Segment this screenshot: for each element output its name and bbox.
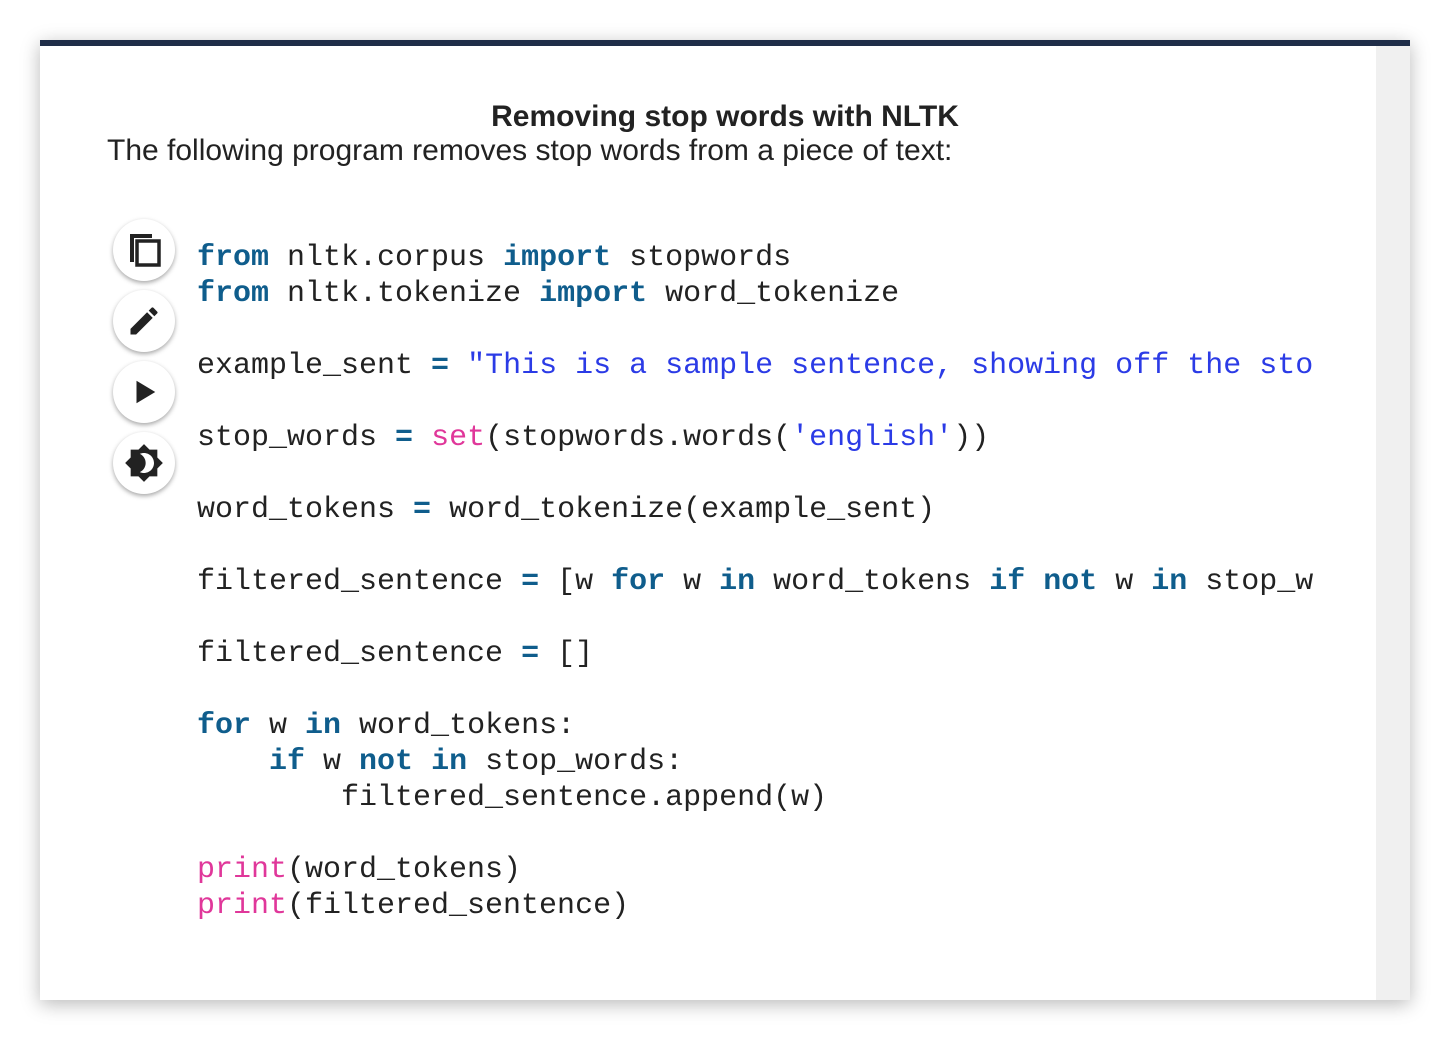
page-title: Removing stop words with NLTK	[491, 100, 959, 133]
code-line-2: from nltk.tokenize import word_tokenize	[197, 277, 900, 311]
code-block[interactable]: from nltk.corpus import stopwords from n…	[197, 240, 1315, 940]
brightness-icon	[124, 443, 164, 483]
code-toolbar	[113, 219, 179, 503]
code-line-4: example_sent = "This is a sample sentenc…	[197, 349, 1315, 383]
code-line-15: if w not in stop_words:	[269, 745, 684, 779]
card-top-bar	[40, 40, 1410, 46]
scrollbar-track[interactable]	[1376, 46, 1410, 1000]
code-line-16: filtered_sentence.append(w)	[197, 781, 828, 815]
code-text: from nltk.corpus import stopwords from n…	[197, 240, 1315, 924]
code-line-12: filtered_sentence = []	[197, 637, 594, 671]
code-line-18: print(word_tokens)	[197, 853, 522, 887]
run-button[interactable]	[113, 361, 175, 423]
code-line-6: stop_words = set(stopwords.words('englis…	[197, 421, 990, 455]
intro-text: The following program removes stop words…	[107, 134, 953, 167]
code-line-8: word_tokens = word_tokenize(example_sent…	[197, 493, 936, 527]
pencil-icon	[126, 303, 162, 339]
code-line-14: for w in word_tokens:	[197, 709, 576, 743]
copy-button[interactable]	[113, 219, 175, 281]
play-icon	[129, 377, 159, 407]
code-line-1: from nltk.corpus import stopwords	[197, 241, 792, 275]
edit-button[interactable]	[113, 290, 175, 352]
code-line-10: filtered_sentence = [w for w in word_tok…	[197, 565, 1315, 599]
theme-button[interactable]	[113, 432, 175, 494]
code-line-19: print(filtered_sentence)	[197, 889, 630, 923]
copy-icon	[124, 230, 164, 270]
